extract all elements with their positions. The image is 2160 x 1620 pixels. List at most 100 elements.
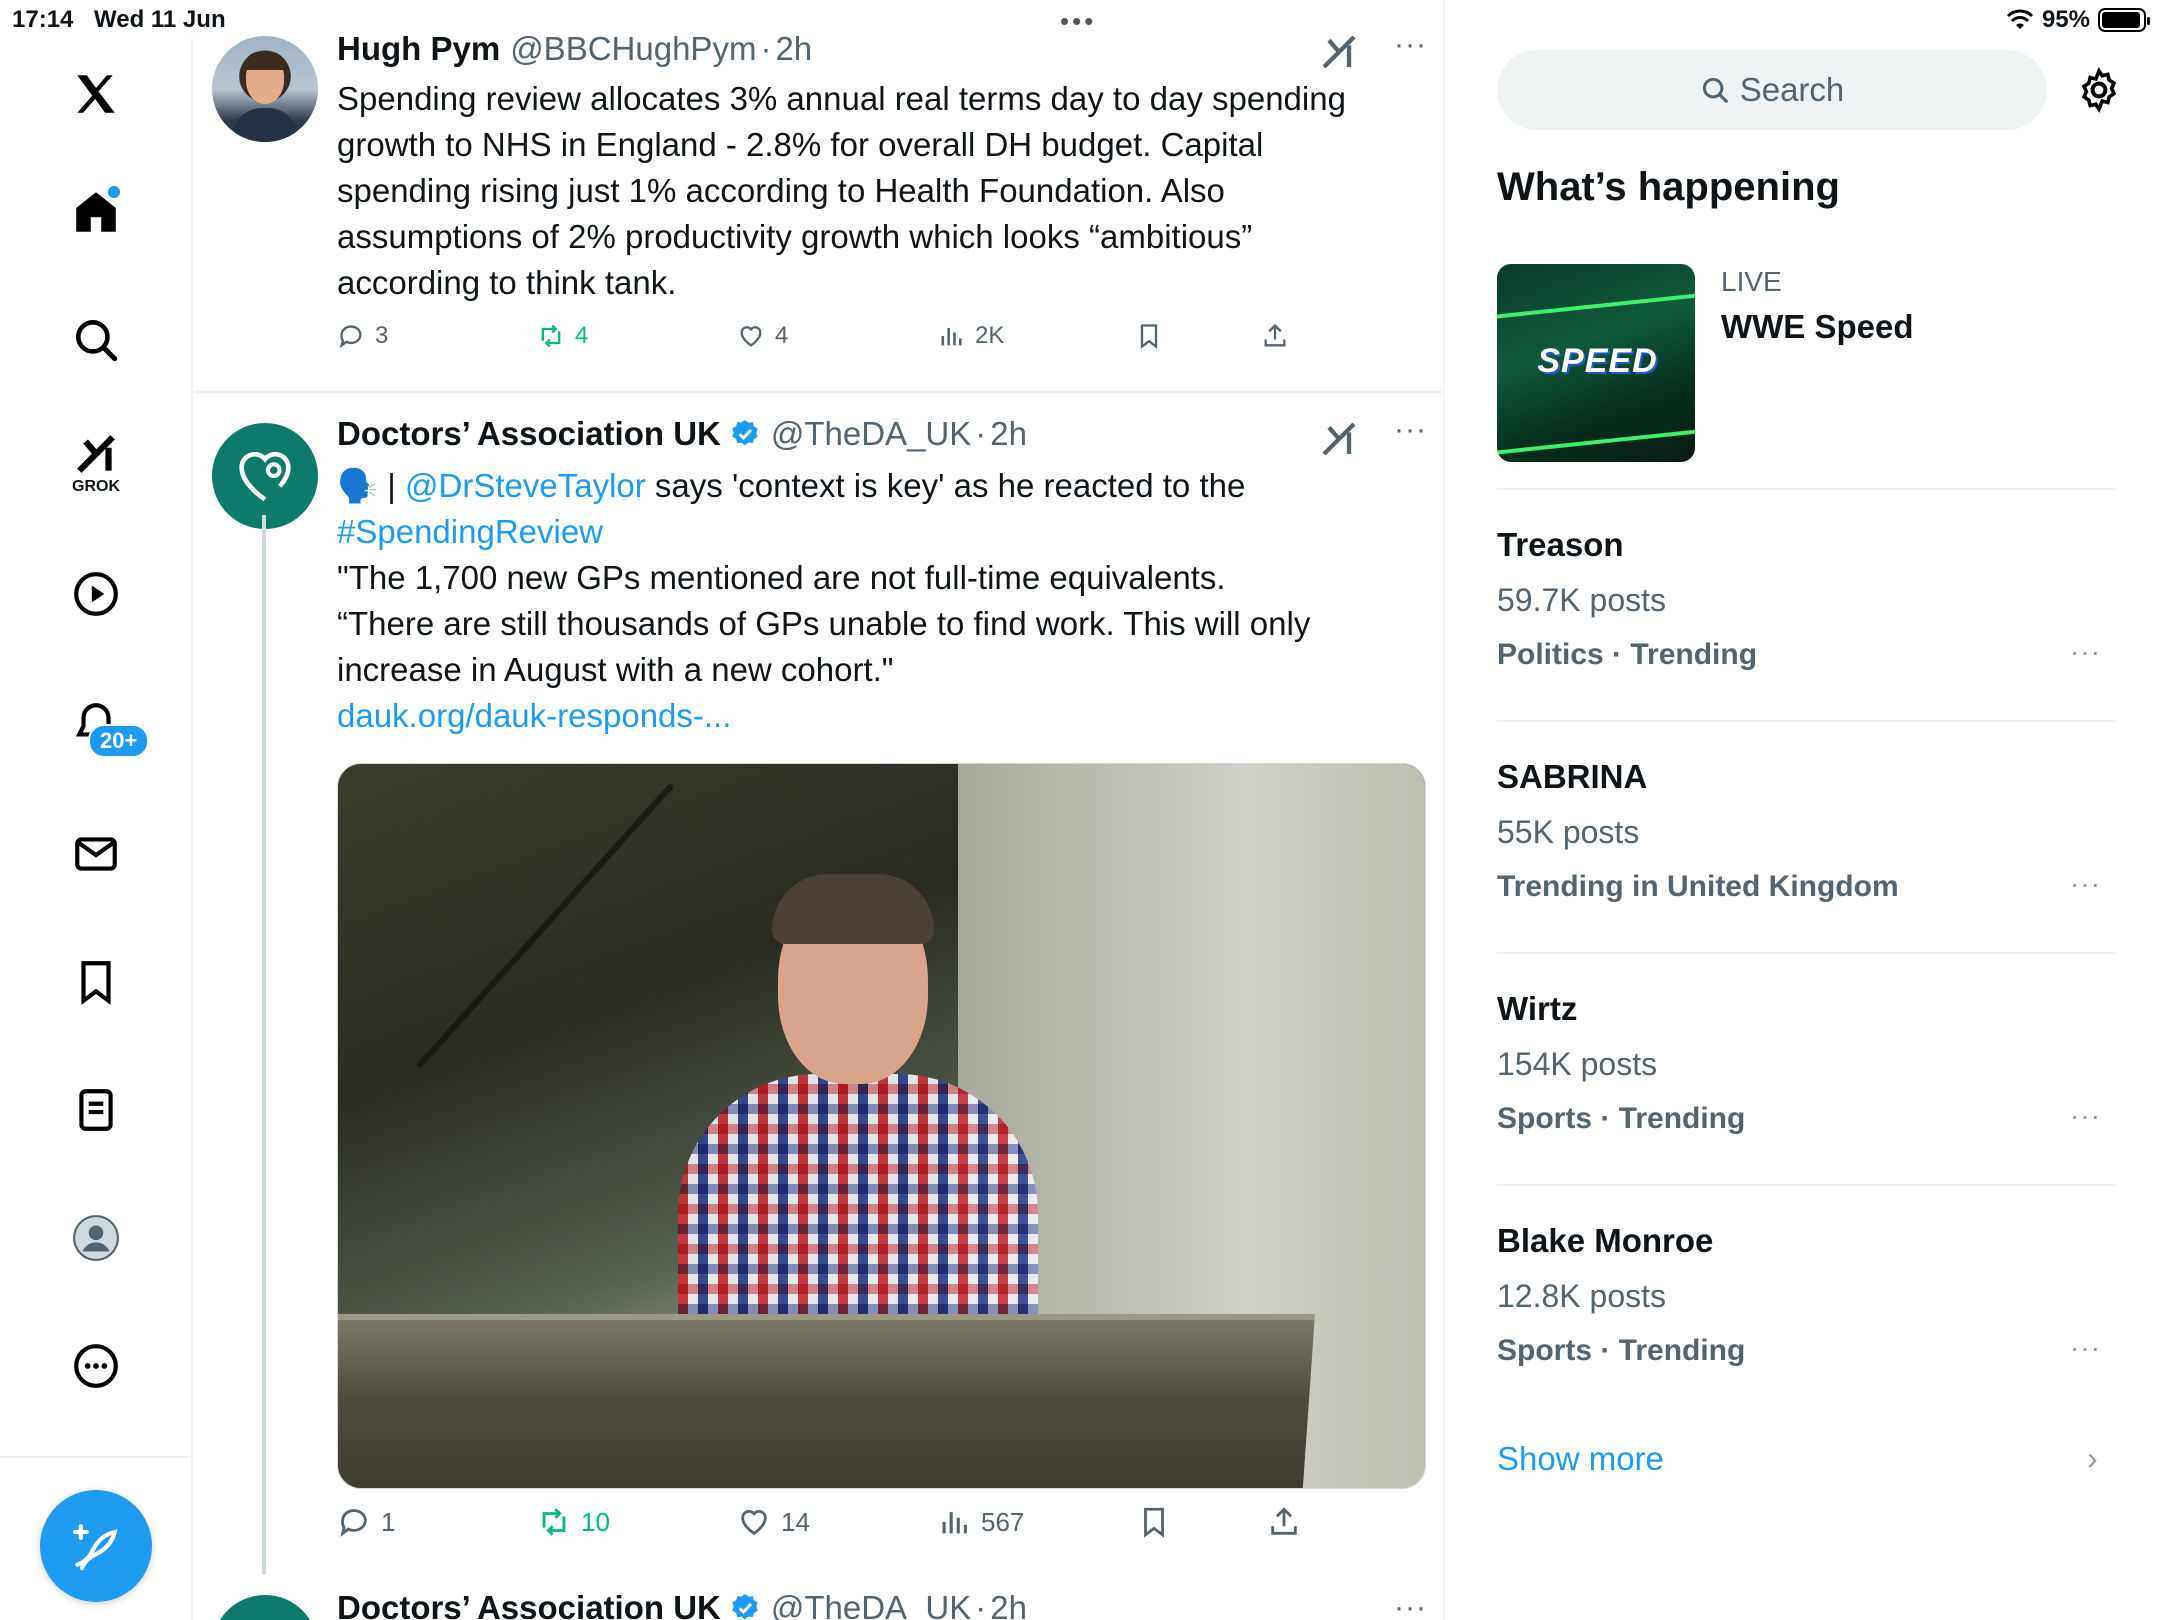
mention-link[interactable]: @DrSteveTaylor bbox=[405, 467, 646, 504]
tweet-actions: 3 4 4 2K bbox=[337, 322, 1337, 362]
tweet-header: Doctors’ Association UK @TheDA_UK · 2h bbox=[337, 415, 1027, 453]
like-button[interactable]: 14 bbox=[737, 1505, 810, 1539]
bookmark-icon bbox=[1144, 1507, 1164, 1538]
views-count: 2K bbox=[975, 322, 1005, 349]
more-options-icon[interactable] bbox=[66, 1336, 126, 1396]
author-handle[interactable]: @TheDA_UK bbox=[771, 415, 971, 453]
views-button[interactable]: 567 bbox=[937, 1505, 1024, 1539]
trend-category: Sports · Trending bbox=[1497, 1102, 1746, 1135]
grok-explain-icon[interactable] bbox=[1319, 419, 1359, 459]
post-time[interactable]: 2h bbox=[990, 1589, 1027, 1620]
verified-badge-icon bbox=[729, 418, 761, 450]
live-title: WWE Speed bbox=[1721, 308, 1914, 345]
tweet[interactable]: Doctors’ Association UK @TheDA_UK · 2h ·… bbox=[195, 1575, 1443, 1620]
author-name[interactable]: Doctors’ Association UK bbox=[337, 1589, 721, 1620]
tweet-media-photo[interactable] bbox=[337, 763, 1426, 1489]
live-label: LIVE bbox=[1721, 266, 1782, 297]
grok-explain-icon[interactable] bbox=[1319, 32, 1359, 72]
url-link[interactable]: dauk.org/dauk-responds-... bbox=[337, 693, 1397, 739]
photo-lectern bbox=[338, 1314, 1315, 1488]
lists-icon[interactable] bbox=[66, 1080, 126, 1140]
author-name[interactable]: Doctors’ Association UK bbox=[337, 415, 721, 453]
trend-name: SABRINA bbox=[1497, 758, 1648, 795]
home-icon[interactable] bbox=[66, 182, 126, 242]
trend-more-icon[interactable]: ··· bbox=[2070, 1100, 2101, 1132]
trend-item[interactable]: Treason 59.7K posts Politics · Trending … bbox=[1497, 490, 2117, 722]
video-icon[interactable] bbox=[66, 564, 126, 624]
grok-icon[interactable] bbox=[66, 424, 126, 484]
repost-count: 10 bbox=[581, 1506, 610, 1537]
thumbnail-stripe bbox=[1497, 427, 1695, 457]
trend-more-icon[interactable]: ··· bbox=[2070, 868, 2101, 900]
reply-count: 3 bbox=[375, 322, 389, 349]
reply-button[interactable]: 1 bbox=[337, 1505, 395, 1539]
tweet-more-icon[interactable]: ··· bbox=[1394, 28, 1427, 62]
tweet-text-after-mention: says 'context is key' as he reacted to t… bbox=[654, 467, 1246, 504]
trend-item[interactable]: SABRINA 55K posts Trending in United Kin… bbox=[1497, 722, 2117, 954]
trend-item[interactable]: Blake Monroe 12.8K posts Sports · Trendi… bbox=[1497, 1186, 2117, 1418]
bookmark-button[interactable] bbox=[1137, 1505, 1171, 1539]
tweet[interactable]: Doctors’ Association UK @TheDA_UK · 2h ·… bbox=[195, 395, 1443, 1575]
post-time[interactable]: 2h bbox=[775, 30, 812, 68]
repost-icon bbox=[541, 324, 561, 348]
trend-category: Sports · Trending bbox=[1497, 1334, 1746, 1367]
show-more-link[interactable]: Show more bbox=[1497, 1440, 1664, 1478]
heart-icon bbox=[741, 1510, 767, 1536]
chevron-right-icon[interactable]: › bbox=[2087, 1440, 2098, 1477]
trend-posts: 12.8K posts bbox=[1497, 1278, 1666, 1314]
trend-posts: 55K posts bbox=[1497, 814, 1640, 850]
trend-item[interactable]: Wirtz 154K posts Sports · Trending ··· bbox=[1497, 954, 2117, 1186]
repost-button[interactable]: 10 bbox=[537, 1505, 610, 1539]
share-button[interactable] bbox=[1261, 322, 1289, 350]
profile-avatar-icon[interactable] bbox=[66, 1208, 126, 1268]
dot-separator: · bbox=[760, 30, 772, 67]
app-root: 17:14 Wed 11 Jun ••• 95% GROK 20+ Hugh P… bbox=[0, 0, 2160, 1620]
trend-more-icon[interactable]: ··· bbox=[2070, 1332, 2101, 1364]
timeline-feed: Hugh Pym @BBCHughPym · 2h ··· Spending r… bbox=[195, 0, 1445, 1620]
tweet[interactable]: Hugh Pym @BBCHughPym · 2h ··· Spending r… bbox=[195, 0, 1443, 393]
settings-gear-icon[interactable] bbox=[2075, 66, 2123, 114]
quote-line-2: “There are still thousands of GPs unable… bbox=[337, 605, 1311, 688]
repost-button[interactable]: 4 bbox=[537, 322, 588, 350]
quote-line-1: "The 1,700 new GPs mentioned are not ful… bbox=[337, 559, 1226, 596]
views-chart-icon bbox=[942, 1512, 967, 1534]
avatar[interactable] bbox=[212, 423, 318, 529]
avatar-shirt bbox=[232, 108, 298, 142]
thumbnail-logo-text: SPEED bbox=[1537, 342, 1658, 380]
live-event-card[interactable]: SPEED LIVE WWE Speed bbox=[1497, 264, 2117, 490]
avatar[interactable] bbox=[212, 1595, 318, 1620]
tweet-header: Doctors’ Association UK @TheDA_UK · 2h bbox=[337, 1589, 1027, 1620]
hashtag-link[interactable]: #SpendingReview bbox=[337, 509, 1397, 555]
reply-button[interactable]: 3 bbox=[337, 322, 388, 350]
share-button[interactable] bbox=[1267, 1505, 1301, 1539]
reply-icon bbox=[340, 1509, 367, 1537]
separator-bar: | bbox=[387, 467, 396, 504]
views-button[interactable]: 2K bbox=[937, 322, 1004, 350]
trend-posts: 59.7K posts bbox=[1497, 582, 1666, 618]
x-logo-icon[interactable] bbox=[66, 64, 126, 124]
trend-name: Blake Monroe bbox=[1497, 1222, 1714, 1259]
thread-connector bbox=[262, 515, 266, 1575]
whats-happening-title: What’s happening bbox=[1497, 165, 1840, 209]
bookmark-button[interactable] bbox=[1135, 322, 1163, 350]
search-input[interactable]: Search bbox=[1497, 50, 2047, 130]
tweet-more-icon[interactable]: ··· bbox=[1394, 1591, 1427, 1620]
author-handle[interactable]: @TheDA_UK bbox=[771, 1589, 971, 1620]
avatar[interactable] bbox=[212, 36, 318, 142]
trend-posts: 154K posts bbox=[1497, 1046, 1658, 1082]
post-time[interactable]: 2h bbox=[990, 415, 1027, 453]
explore-search-icon[interactable] bbox=[66, 310, 126, 370]
messages-mail-icon[interactable] bbox=[66, 824, 126, 884]
tweet-line-1: 🗣️ | @DrSteveTaylor says 'context is key… bbox=[337, 463, 1397, 509]
search-placeholder: Search bbox=[1739, 71, 1845, 108]
status-time: 17:14 bbox=[12, 6, 74, 33]
compose-post-button[interactable] bbox=[40, 1490, 152, 1602]
like-button[interactable]: 4 bbox=[737, 322, 788, 350]
author-handle[interactable]: @BBCHughPym bbox=[510, 30, 756, 68]
trend-more-icon[interactable]: ··· bbox=[2070, 636, 2101, 668]
tweet-more-icon[interactable]: ··· bbox=[1394, 413, 1427, 447]
search-icon bbox=[1702, 77, 1728, 103]
like-count: 14 bbox=[781, 1506, 810, 1537]
bookmarks-icon[interactable] bbox=[66, 952, 126, 1012]
author-name[interactable]: Hugh Pym bbox=[337, 30, 500, 68]
